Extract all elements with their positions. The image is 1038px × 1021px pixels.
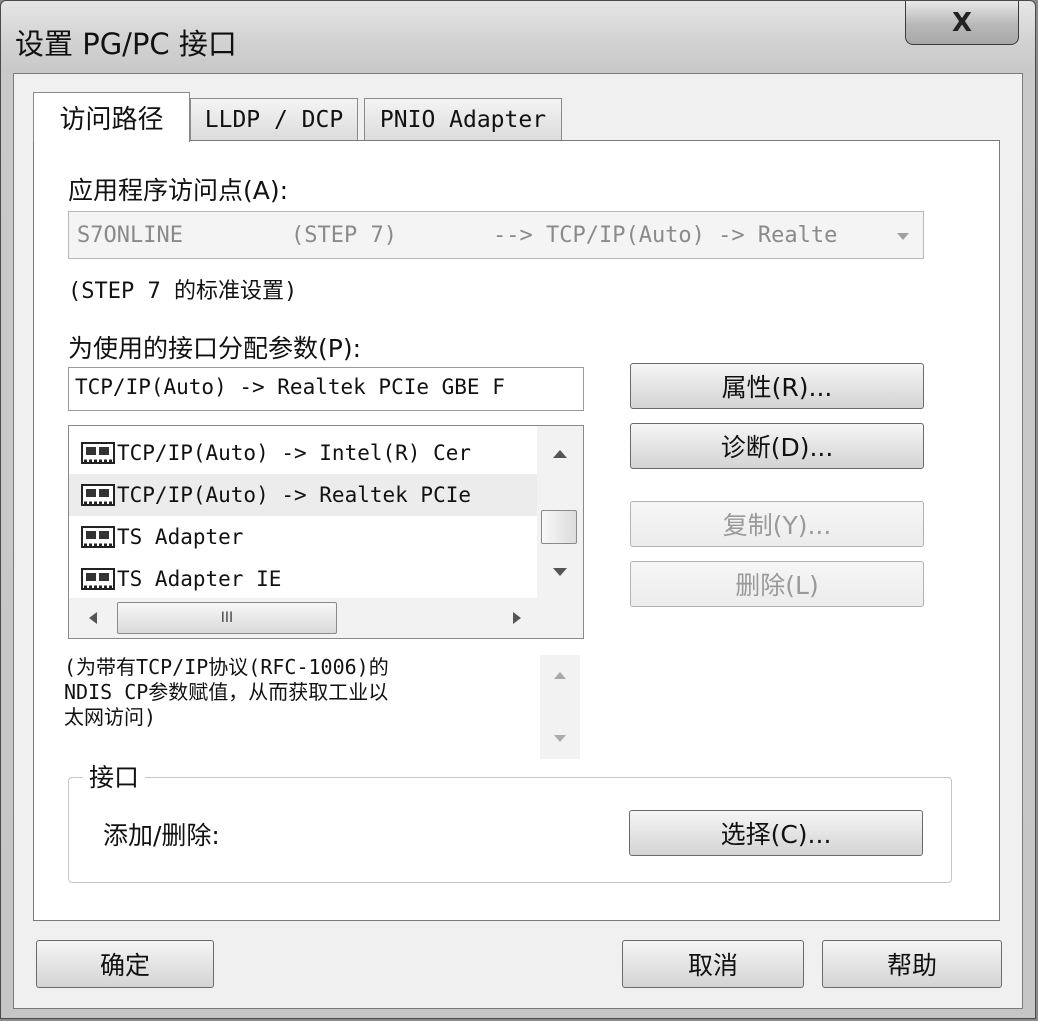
help-button[interactable]: 帮助 [822, 940, 1002, 988]
list-item-label: TS Adapter IE [117, 567, 282, 591]
interface-description: (为带有TCP/IP协议(RFC-1006)的 NDIS CP参数赋值，从而获取… [64, 655, 524, 730]
scroll-down-arrow-icon[interactable] [551, 566, 569, 578]
listbox-horizontal-scrollbar[interactable]: III [69, 598, 583, 638]
list-item-selected[interactable]: TCP/IP(Auto) -> Realtek PCIe [69, 474, 537, 516]
interface-params-field[interactable]: TCP/IP(Auto) -> Realtek PCIe GBE F [68, 367, 584, 411]
interfaces-group-title: 接口 [83, 758, 146, 794]
network-card-icon [81, 566, 115, 592]
access-point-app: (STEP 7) [291, 223, 397, 248]
description-scrollbar[interactable] [540, 655, 580, 759]
tab-lldp-dcp-label: LLDP / DCP [204, 106, 344, 133]
tab-pnio-adapter-label: PNIO Adapter [379, 106, 547, 133]
list-item[interactable]: TCP/IP(Auto) -> Intel(R) Cer [69, 432, 537, 474]
cancel-button[interactable]: 取消 [622, 940, 804, 988]
window-title: 设置 PG/PC 接口 [15, 27, 237, 61]
network-card-icon [81, 440, 115, 466]
interface-listbox[interactable]: TCP/IP(Auto) -> Intel(R) Cer TCP/IP(Auto… [68, 425, 584, 639]
scroll-right-arrow-icon[interactable] [511, 610, 523, 626]
tab-access-path-label: 访问路径 [59, 105, 164, 135]
properties-button[interactable]: 属性(R)... [630, 363, 924, 409]
select-button[interactable]: 选择(C)... [629, 810, 923, 856]
interfaces-groupbox: 接口 添加/删除: 选择(C)... [68, 758, 952, 883]
interface-params-label: 为使用的接口分配参数(P): [68, 334, 362, 363]
close-icon: X [951, 7, 973, 38]
diagnostics-button[interactable]: 诊断(D)... [630, 423, 924, 469]
description-line: 太网访问) [64, 705, 157, 729]
access-point-label: 应用程序访问点(A): [68, 176, 289, 205]
list-item[interactable]: TS Adapter [69, 516, 537, 558]
access-point-combobox[interactable]: S7ONLINE (STEP 7) --> TCP/IP(Auto) -> Re… [68, 211, 924, 259]
tab-panel-access-path: 应用程序访问点(A): S7ONLINE (STEP 7) --> TCP/IP… [33, 140, 1000, 921]
description-line: (为带有TCP/IP协议(RFC-1006)的 [64, 655, 389, 679]
access-point-name: S7ONLINE [77, 223, 183, 248]
access-point-note: (STEP 7 的标准设置) [68, 279, 298, 304]
tab-pnio-adapter[interactable]: PNIO Adapter [364, 98, 562, 140]
scroll-up-arrow-icon[interactable] [551, 448, 569, 460]
scroll-down-arrow-icon[interactable] [552, 733, 568, 745]
network-card-icon [81, 524, 115, 550]
access-point-path: --> TCP/IP(Auto) -> Realte [493, 223, 838, 248]
list-item-label: TCP/IP(Auto) -> Realtek PCIe [117, 483, 472, 507]
add-remove-label: 添加/删除: [103, 821, 220, 850]
scroll-grip-icon: III [220, 610, 234, 626]
listbox-vertical-scrollbar[interactable] [537, 426, 583, 598]
close-button[interactable]: X [905, 1, 1019, 45]
vertical-scroll-thumb[interactable] [541, 510, 577, 544]
chevron-down-icon [897, 233, 909, 240]
horizontal-scroll-thumb[interactable]: III [117, 602, 337, 634]
tab-access-path[interactable]: 访问路径 [33, 92, 190, 142]
dialog-client-area: 访问路径 LLDP / DCP PNIO Adapter 应用程序访问点(A):… [13, 73, 1023, 1009]
ok-button[interactable]: 确定 [36, 940, 214, 988]
scroll-left-arrow-icon[interactable] [87, 610, 99, 626]
scroll-up-arrow-icon[interactable] [552, 669, 568, 681]
tab-lldp-dcp[interactable]: LLDP / DCP [190, 98, 358, 140]
list-item-label: TS Adapter [117, 525, 244, 549]
dialog-window: 设置 PG/PC 接口 X 访问路径 LLDP / DCP PNIO Adapt… [0, 0, 1036, 1019]
description-line: NDIS CP参数赋值，从而获取工业以 [64, 680, 389, 704]
list-item-label: TCP/IP(Auto) -> Intel(R) Cer [117, 441, 472, 465]
copy-button[interactable]: 复制(Y)... [630, 501, 924, 547]
delete-button[interactable]: 删除(L) [630, 561, 924, 607]
list-item[interactable]: TS Adapter IE [69, 558, 537, 600]
network-card-icon [81, 482, 115, 508]
